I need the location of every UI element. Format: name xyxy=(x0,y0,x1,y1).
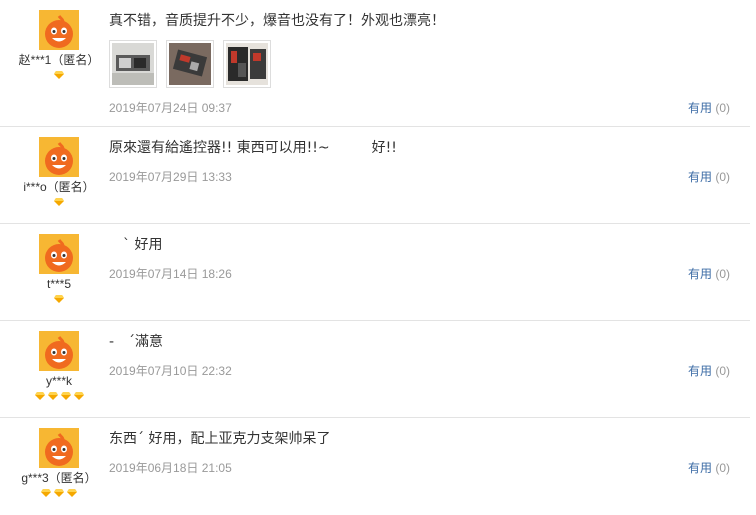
review-date: 2019年07月14日 18:26 xyxy=(109,267,232,281)
review-list: 赵***1（匿名） 真不错，音质提升不少，爆音也没有了！外观也漂亮！ 2019年… xyxy=(0,0,756,515)
diamond-icon xyxy=(67,489,77,497)
useful-vote: 有用 (0) xyxy=(688,168,730,185)
review-photo[interactable] xyxy=(109,40,157,88)
diamond-icon xyxy=(54,489,64,497)
reviewer-info: i***o（匿名） xyxy=(0,137,118,207)
useful-button[interactable]: 有用 xyxy=(688,267,712,281)
avatar[interactable] xyxy=(39,234,79,274)
useful-button[interactable]: 有用 xyxy=(688,364,712,378)
reviewer-info: 赵***1（匿名） xyxy=(0,10,118,80)
useful-vote: 有用 (0) xyxy=(688,362,730,379)
review-photo[interactable] xyxy=(223,40,271,88)
useful-vote: 有用 (0) xyxy=(688,265,730,282)
useful-vote: 有用 (0) xyxy=(688,459,730,476)
reviewer-level xyxy=(0,391,118,401)
useful-count: (0) xyxy=(715,364,730,378)
avatar[interactable] xyxy=(39,10,79,50)
review-photo[interactable] xyxy=(166,40,214,88)
avatar[interactable] xyxy=(39,331,79,371)
review-date: 2019年07月24日 09:37 xyxy=(109,101,232,115)
avatar[interactable] xyxy=(39,428,79,468)
review-body: 原來還有給遙控器!! 東西可以用!!~ 好!! xyxy=(109,139,730,157)
avatar[interactable] xyxy=(39,137,79,177)
reviewer-name: t***5 xyxy=(46,277,72,291)
reviewer-level xyxy=(0,70,118,80)
diamond-icon xyxy=(47,392,58,400)
diamond-icon xyxy=(54,295,64,303)
review-date: 2019年07月29日 13:33 xyxy=(109,170,232,184)
review-body: 真不错，音质提升不少，爆音也没有了！外观也漂亮！ xyxy=(109,12,730,88)
review-item: g***3（匿名） 东西ˊ 好用，配上亚克力支架帅呆了 2019年06月18日 … xyxy=(0,418,750,515)
reviewer-name: 赵***1（匿名） xyxy=(18,53,100,67)
diamond-icon xyxy=(73,392,84,400)
review-item: 赵***1（匿名） 真不错，音质提升不少，爆音也没有了！外观也漂亮！ 2019年… xyxy=(0,0,750,127)
useful-count: (0) xyxy=(715,170,730,184)
reviewer-info: t***5 xyxy=(0,234,118,304)
reviewer-name: g***3（匿名） xyxy=(21,471,97,485)
useful-count: (0) xyxy=(715,267,730,281)
review-item: i***o（匿名） 原來還有給遙控器!! 東西可以用!!~ 好!! 2019年0… xyxy=(0,127,750,224)
review-date: 2019年06月18日 21:05 xyxy=(109,461,232,475)
diamond-icon xyxy=(41,489,51,497)
review-body: 东西ˊ 好用，配上亚克力支架帅呆了 xyxy=(109,430,730,448)
useful-vote: 有用 (0) xyxy=(688,99,730,116)
reviewer-name: i***o（匿名） xyxy=(23,180,95,194)
diamond-icon xyxy=(34,392,45,400)
review-date: 2019年07月10日 22:32 xyxy=(109,364,232,378)
reviewer-level xyxy=(0,488,118,498)
useful-button[interactable]: 有用 xyxy=(688,101,712,115)
review-text: 原來還有給遙控器!! 東西可以用!!~ 好!! xyxy=(109,140,397,156)
useful-button[interactable]: 有用 xyxy=(688,461,712,475)
review-body: ˋ 好用 xyxy=(109,236,730,254)
reviewer-info: y***k xyxy=(0,331,118,401)
diamond-icon xyxy=(54,198,64,206)
review-text: 真不错，音质提升不少，爆音也没有了！外观也漂亮！ xyxy=(109,13,445,29)
diamond-icon xyxy=(54,71,64,79)
review-body: - ˊ滿意 xyxy=(109,333,730,351)
review-item: t***5 ˋ 好用 2019年07月14日 18:26 有用 (0) xyxy=(0,224,750,321)
useful-button[interactable]: 有用 xyxy=(688,170,712,184)
useful-count: (0) xyxy=(715,461,730,475)
review-item: y***k - ˊ滿意 2019年07月10日 22:32 有用 (0) xyxy=(0,321,750,418)
reviewer-name: y***k xyxy=(45,374,72,388)
reviewer-level xyxy=(0,294,118,304)
review-text: 东西ˊ 好用，配上亚克力支架帅呆了 xyxy=(109,431,331,447)
useful-count: (0) xyxy=(715,101,730,115)
diamond-icon xyxy=(60,392,71,400)
review-text: ˋ 好用 xyxy=(109,237,163,253)
reviewer-level xyxy=(0,197,118,207)
review-text: - ˊ滿意 xyxy=(109,334,164,350)
review-photos xyxy=(109,40,730,88)
reviewer-info: g***3（匿名） xyxy=(0,428,118,498)
